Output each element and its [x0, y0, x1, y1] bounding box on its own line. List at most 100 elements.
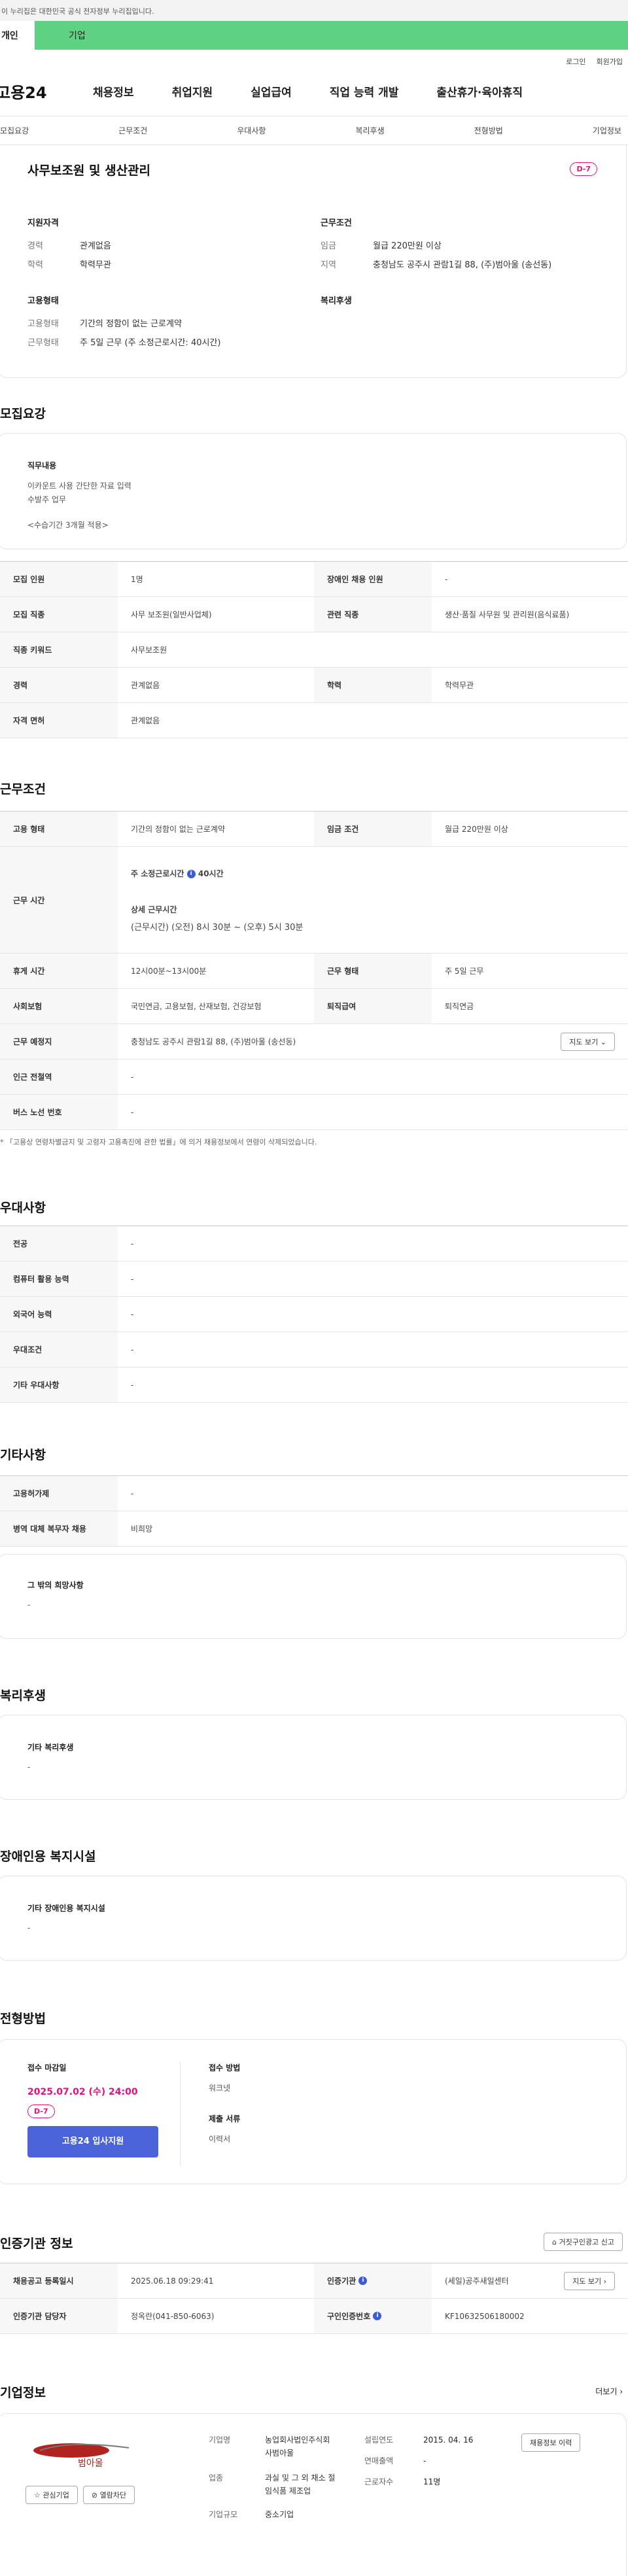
- company-more-link[interactable]: 더보기 ›: [595, 2386, 623, 2397]
- anchor-preference[interactable]: 우대사항: [237, 125, 266, 136]
- table-row: 경력 관계없음 학력 학력무관: [0, 668, 628, 703]
- user-type-tabs: 개인 기업: [0, 21, 628, 50]
- wage-label: 임금: [321, 241, 336, 251]
- staff-label: 근로자수: [364, 2477, 394, 2486]
- cert-heading: 인증기관 정보: [0, 2237, 73, 2251]
- row-label: 관련 직종: [314, 597, 432, 632]
- table-row: 채용공고 등록일시 2025.06.18 09:29:41 인증기관 i (세일)공주…: [0, 2263, 628, 2299]
- org-map-label: 지도 보기: [572, 2276, 602, 2286]
- row-value: 주 5일 근무: [445, 967, 484, 976]
- table-row: 휴게 시간 12시00분~13시00분 근무 형태 주 5일 근무: [0, 953, 628, 989]
- duty-card: 직무내용 이카운트 사용 간단한 자료 입력 수발주 업무 <수습기간 3개월 …: [0, 433, 627, 549]
- info-icon[interactable]: i: [186, 869, 196, 878]
- row-label: 우대조건: [0, 1332, 118, 1367]
- dday-badge: D-7: [570, 162, 597, 176]
- divider: [180, 2062, 181, 2167]
- row-value: -: [131, 1239, 134, 1248]
- signup-link[interactable]: 회원가입: [597, 56, 623, 67]
- anchor-company[interactable]: 기업정보: [593, 125, 621, 136]
- preference-table: 전공 - 컴퓨터 활용 능력 - 외국어 능력 - 우대조건 - 기타 우대사항 -: [0, 1226, 628, 1403]
- gnb-vocational-training[interactable]: 직업 능력 개발: [330, 83, 399, 99]
- emptype-label: 고용형태: [27, 319, 59, 329]
- history-button[interactable]: 채용정보 이력: [521, 2433, 581, 2452]
- gnb-parental-leave[interactable]: 출산휴가·육아휴직: [436, 83, 523, 99]
- table-row: 인근 전철역 -: [0, 1059, 628, 1095]
- duty-heading: 직무내용: [27, 461, 57, 470]
- deadline-value: 2025.07.02 (수) 24:00: [27, 2087, 138, 2097]
- row-value: 관계없음: [131, 681, 160, 690]
- report-button-label: 거짓구인광고 신고: [559, 2238, 614, 2246]
- info-icon[interactable]: i: [358, 2276, 368, 2285]
- svg-text:범아울: 범아울: [78, 2458, 103, 2469]
- conditions-table: 고용 형태 기간의 정함이 없는 근로계약 임금 조건 월급 220만원 이상 근무 …: [0, 811, 628, 1130]
- gnb-employment-support[interactable]: 취업지원: [172, 83, 213, 99]
- row-value: 2025.06.18 09:29:41: [131, 2276, 214, 2286]
- favorite-company-button[interactable]: ☆ 관심기업: [26, 2486, 78, 2504]
- other-wish-card: 그 밖의 희망사항 -: [0, 1554, 627, 1639]
- org-value: (세일)공주새일센터: [445, 2276, 509, 2286]
- block-view-button[interactable]: ⊘ 열람차단: [82, 2486, 135, 2504]
- gnb-unemployment-benefit[interactable]: 실업급여: [251, 83, 292, 99]
- condition-heading: 근무조건: [321, 218, 352, 228]
- table-row: 우대조건 -: [0, 1332, 628, 1367]
- anchor-conditions[interactable]: 근무조건: [118, 125, 147, 136]
- chevron-right-icon: ›: [619, 2387, 623, 2396]
- row-value: -: [131, 1345, 134, 1354]
- row-value: -: [131, 1107, 134, 1117]
- table-row: 병역 대체 복무자 채용 비희망: [0, 1511, 628, 1547]
- disabled-card: 기타 장애인용 복지시설 -: [0, 1876, 627, 1961]
- table-row: 사회보험 국민연금, 고용보험, 산재보험, 건강보험 퇴직급여 퇴직연금: [0, 989, 628, 1024]
- info-icon[interactable]: i: [373, 2312, 382, 2320]
- anchor-selection[interactable]: 전형방법: [474, 125, 503, 136]
- company-logo-image: 범아울: [33, 2443, 130, 2469]
- worktype-value: 주 5일 근무 (주 소정근로시간: 40시간): [80, 338, 221, 348]
- row-value: -: [131, 1380, 134, 1390]
- tab-corporate[interactable]: 기업: [35, 21, 628, 50]
- est-value: 2015. 04. 16: [423, 2435, 474, 2445]
- table-row: 인증기관 담당자 정옥란(041-850-6063) 구인인증번호 i KF10632…: [0, 2299, 628, 2334]
- org-cell: (세일)공주새일센터 지도 보기 ›: [432, 2271, 628, 2290]
- tab-personal[interactable]: 개인: [0, 21, 35, 50]
- chevron-right-icon: ›: [603, 2276, 606, 2286]
- org-map-button[interactable]: 지도 보기 ›: [564, 2271, 615, 2290]
- conditions-heading: 근무조건: [0, 782, 46, 797]
- selection-card: 접수 마감일 2025.07.02 (수) 24:00 D-7 고용24 입사지…: [0, 2039, 627, 2184]
- place-value: 충청남도 공주시 관람1길 88, (주)범아울 (송선동): [131, 1037, 296, 1046]
- num-label: 구인인증번호: [327, 2312, 371, 2321]
- login-link[interactable]: 로그인: [566, 56, 585, 67]
- region-label: 지역: [321, 260, 336, 270]
- anchor-recruit[interactable]: 모집요강: [0, 125, 29, 136]
- row-value: -: [445, 574, 448, 584]
- row-value: -: [131, 1072, 134, 1082]
- row-label: 장애인 채용 인원: [314, 562, 432, 596]
- emptype-value: 기간의 정함이 없는 근로계약: [80, 319, 182, 329]
- site-logo[interactable]: 고용24: [0, 80, 55, 103]
- apply-button[interactable]: 고용24 입사지원: [27, 2126, 158, 2157]
- anchor-welfare[interactable]: 복리후생: [355, 125, 384, 136]
- row-label: 기타 우대사항: [0, 1367, 118, 1402]
- row-value: 사무보조원: [131, 645, 167, 655]
- row-value: 월급 220만원 이상: [445, 825, 508, 834]
- gnb-jobs[interactable]: 채용정보: [93, 83, 134, 99]
- company-name-value: 농업회사법인주식회사범아울: [265, 2435, 330, 2458]
- welfare-card: 기타 복리후생 -: [0, 1715, 627, 1800]
- fav-label: 관심기업: [43, 2491, 69, 2499]
- row-value: 학력무관: [445, 681, 474, 690]
- welfare-heading: 복리후생: [321, 296, 352, 306]
- table-row: 컴퓨터 활용 능력 -: [0, 1262, 628, 1297]
- map-button[interactable]: 지도 보기 ⌄: [561, 1032, 615, 1051]
- deadline-heading: 접수 마감일: [27, 2063, 67, 2072]
- table-row: 모집 직종 사무 보조원(일반사업체) 관련 직종 생산·품질 사무원 및 관리원(음…: [0, 597, 628, 632]
- row-label: 모집 직종: [0, 597, 118, 632]
- home-icon: ⌂: [552, 2238, 557, 2246]
- est-label: 설립연도: [364, 2435, 394, 2445]
- table-row: 근무 예정지 충청남도 공주시 관람1길 88, (주)범아울 (송선동) 지도 보…: [0, 1024, 628, 1059]
- disabled-box-heading: 기타 장애인용 복지시설: [27, 1904, 105, 1913]
- duty-line-1: 이카운트 사용 간단한 자료 입력: [27, 481, 131, 490]
- report-fake-ad-button[interactable]: ⌂ 거짓구인광고 신고: [544, 2233, 623, 2251]
- map-button-label: 지도 보기: [569, 1037, 599, 1046]
- disabled-box-value: -: [27, 1923, 31, 1932]
- row-label: 고용 형태: [0, 812, 118, 846]
- company-details: 기업명 농업회사법인주식회사범아울 업종 과실 및 그 외 채소 절임식품 제조업 …: [209, 2433, 337, 2521]
- table-row: 외국어 능력 -: [0, 1297, 628, 1332]
